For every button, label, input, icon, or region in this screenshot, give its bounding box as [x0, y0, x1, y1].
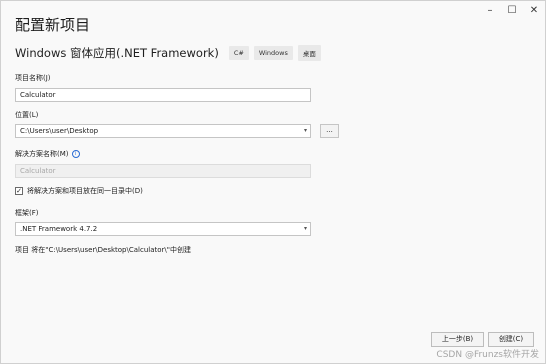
- same-directory-option[interactable]: ✓ 将解决方案和项目放在同一目录中(D): [15, 186, 143, 196]
- template-name: Windows 窗体应用(.NET Framework): [15, 46, 219, 60]
- dialog-title: 配置新项目: [15, 16, 91, 34]
- tag-project-type: 桌面: [297, 45, 321, 61]
- framework-combobox[interactable]: .NET Framework 4.7.2 ▾: [15, 222, 311, 236]
- watermark: CSDN @Frunzs软件开发: [436, 350, 539, 360]
- solution-name-label-row: 解决方案名称(M) i: [15, 149, 80, 159]
- chevron-down-icon[interactable]: ▾: [304, 125, 307, 137]
- solution-name-label: 解决方案名称(M): [15, 150, 69, 158]
- window-controls: – ☐ ✕: [479, 1, 545, 19]
- creation-path-note: 项目 将在"C:\Users\user\Desktop\Calculator\"…: [15, 246, 191, 254]
- back-button[interactable]: 上一步(B): [431, 332, 484, 347]
- location-label: 位置(L): [15, 111, 39, 119]
- project-name-value: Calculator: [20, 91, 56, 99]
- solution-name-input: Calculator: [15, 164, 311, 178]
- maximize-button[interactable]: ☐: [501, 1, 523, 19]
- same-directory-checkbox[interactable]: ✓: [15, 187, 23, 195]
- tag-platform: Windows: [253, 46, 293, 60]
- chevron-down-icon[interactable]: ▾: [304, 223, 307, 235]
- tag-language: C#: [228, 46, 249, 60]
- project-name-label: 项目名称(J): [15, 74, 51, 82]
- template-header: Windows 窗体应用(.NET Framework) C# Windows …: [15, 45, 326, 61]
- info-icon[interactable]: i: [71, 150, 80, 158]
- browse-button[interactable]: ...: [320, 124, 339, 138]
- create-button[interactable]: 创建(C): [488, 332, 534, 347]
- location-value: C:\Users\user\Desktop: [20, 127, 99, 135]
- same-directory-label: 将解决方案和项目放在同一目录中(D): [27, 187, 143, 195]
- framework-value: .NET Framework 4.7.2: [20, 225, 98, 233]
- project-name-input[interactable]: Calculator: [15, 88, 311, 102]
- location-combobox[interactable]: C:\Users\user\Desktop ▾: [15, 124, 311, 138]
- minimize-button[interactable]: –: [479, 1, 501, 19]
- framework-label: 框架(F): [15, 209, 39, 217]
- solution-name-value: Calculator: [20, 167, 56, 175]
- close-button[interactable]: ✕: [523, 1, 545, 19]
- configure-project-dialog: – ☐ ✕ 配置新项目 Windows 窗体应用(.NET Framework)…: [0, 0, 546, 364]
